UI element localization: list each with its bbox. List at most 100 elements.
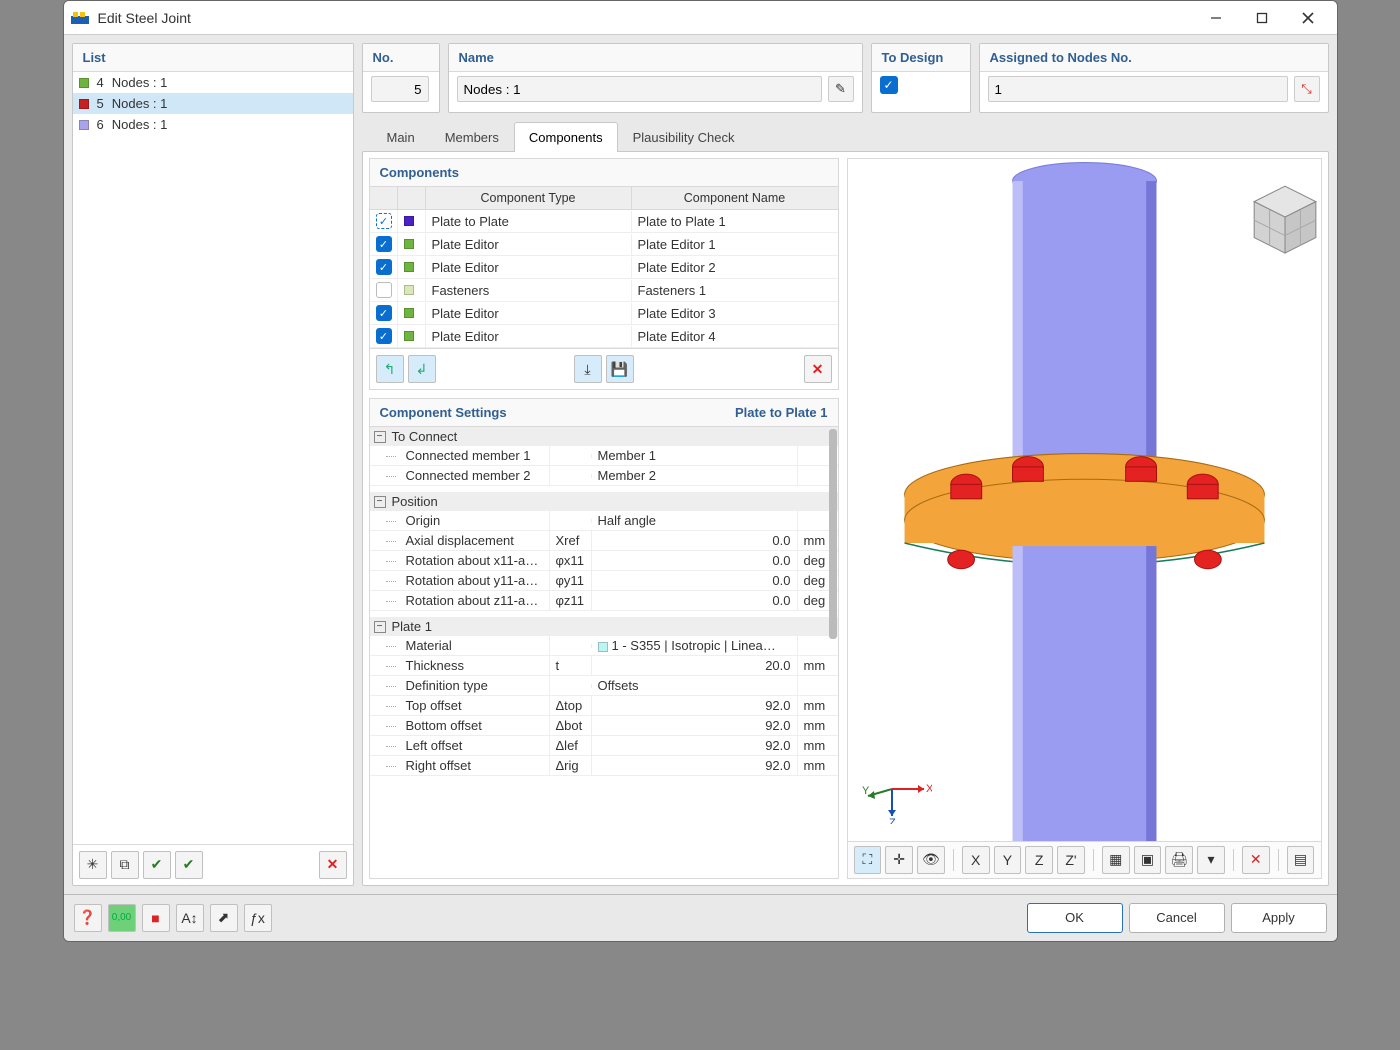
property-row[interactable]: Rotation about y11-a…φy110.0deg — [370, 571, 838, 591]
property-value[interactable]: 0.0 — [592, 591, 798, 610]
row-checkbox[interactable]: ✓ — [376, 305, 392, 321]
list-item[interactable]: 6Nodes : 1 — [73, 114, 353, 135]
collapse-icon[interactable]: − — [374, 621, 386, 633]
list-item[interactable]: 5Nodes : 1 — [73, 93, 353, 114]
copy-icon[interactable]: ⧉ — [111, 851, 139, 879]
property-value[interactable]: 0.0 — [592, 531, 798, 550]
edit-name-button[interactable]: ✎ — [828, 76, 854, 102]
apply-button[interactable]: Apply — [1231, 903, 1327, 933]
property-value[interactable]: 1 - S355 | Isotropic | Linea… — [592, 636, 798, 655]
viewport-3d[interactable]: X Y Z — [848, 159, 1321, 841]
property-value[interactable]: 92.0 — [592, 696, 798, 715]
delete-component-button[interactable]: ✕ — [804, 355, 832, 383]
new-icon[interactable]: ✳ — [79, 851, 107, 879]
move-up-button[interactable]: ↰ — [376, 355, 404, 383]
property-symbol — [550, 519, 592, 523]
row-checkbox[interactable] — [376, 282, 392, 298]
collapse-icon[interactable]: − — [374, 431, 386, 443]
wireframe-icon[interactable]: ▣ — [1134, 846, 1162, 874]
assigned-input[interactable] — [988, 76, 1288, 102]
property-row[interactable]: Connected member 1Member 1 — [370, 446, 838, 466]
table-row[interactable]: ✓Plate EditorPlate Editor 1 — [370, 233, 838, 256]
delete-view-icon[interactable]: ✕ — [1242, 846, 1270, 874]
table-row[interactable]: ✓Plate EditorPlate Editor 2 — [370, 256, 838, 279]
row-checkbox[interactable] — [376, 213, 392, 229]
tab-main[interactable]: Main — [372, 122, 430, 152]
delete-button[interactable]: ✕ — [319, 851, 347, 879]
no-input[interactable] — [371, 76, 429, 102]
settings-tree[interactable]: −To ConnectConnected member 1Member 1Con… — [370, 427, 838, 878]
property-value[interactable]: 92.0 — [592, 716, 798, 735]
table-row[interactable]: FastenersFasteners 1 — [370, 279, 838, 302]
property-value[interactable]: Half angle — [592, 511, 798, 530]
view-x-icon[interactable]: X — [962, 846, 990, 874]
tab-plausibility-check[interactable]: Plausibility Check — [618, 122, 750, 152]
drop-icon[interactable]: ▾ — [1197, 846, 1225, 874]
tree-group-header[interactable]: −To Connect — [370, 427, 838, 446]
minimize-button[interactable] — [1193, 1, 1239, 35]
property-symbol: Δtop — [550, 696, 592, 715]
render-icon[interactable]: ▦ — [1102, 846, 1130, 874]
tab-members[interactable]: Members — [430, 122, 514, 152]
tree-group-header[interactable]: −Position — [370, 492, 838, 511]
list-item[interactable]: 4Nodes : 1 — [73, 72, 353, 93]
property-value[interactable]: 0.0 — [592, 571, 798, 590]
property-row[interactable]: Axial displacementXref0.0mm — [370, 531, 838, 551]
tab-components[interactable]: Components — [514, 122, 618, 152]
help-icon[interactable]: ❓ — [74, 904, 102, 932]
fit-icon[interactable]: ⛶ — [854, 846, 882, 874]
property-value[interactable]: Member 2 — [592, 466, 798, 485]
property-row[interactable]: Top offsetΔtop92.0mm — [370, 696, 838, 716]
property-row[interactable]: Thicknesst20.0mm — [370, 656, 838, 676]
property-value[interactable]: Member 1 — [592, 446, 798, 465]
options-icon[interactable]: ▤ — [1287, 846, 1315, 874]
property-row[interactable]: Rotation about z11-a…φz110.0deg — [370, 591, 838, 611]
row-checkbox[interactable]: ✓ — [376, 236, 392, 252]
property-row[interactable]: Connected member 2Member 2 — [370, 466, 838, 486]
view-z-icon[interactable]: Z — [1025, 846, 1053, 874]
color-icon[interactable]: ■ — [142, 904, 170, 932]
property-value[interactable]: 92.0 — [592, 756, 798, 775]
property-value[interactable]: Offsets — [592, 676, 798, 695]
viewport-panel: X Y Z ⛶✛👁 XYZZ' ▦▣🖨▾ ✕ ▤ — [847, 158, 1322, 879]
property-row[interactable]: Definition typeOffsets — [370, 676, 838, 696]
property-value[interactable]: 92.0 — [592, 736, 798, 755]
settings-header: Component Settings Plate to Plate 1 — [370, 399, 838, 427]
name-input[interactable] — [457, 76, 822, 102]
tree-group-header[interactable]: −Plate 1 — [370, 617, 838, 636]
property-row[interactable]: Left offsetΔlef92.0mm — [370, 736, 838, 756]
text-size-icon[interactable]: A↕ — [176, 904, 204, 932]
print-icon[interactable]: 🖨 — [1165, 846, 1193, 874]
ok-button[interactable]: OK — [1027, 903, 1123, 933]
view-y-icon[interactable]: Y — [994, 846, 1022, 874]
fx-icon[interactable]: ƒx — [244, 904, 272, 932]
export-icon[interactable]: ⬈ — [210, 904, 238, 932]
move-down-button[interactable]: ↲ — [408, 355, 436, 383]
apply-all-icon[interactable]: ✔ — [143, 851, 171, 879]
row-checkbox[interactable]: ✓ — [376, 328, 392, 344]
table-row[interactable]: Plate to PlatePlate to Plate 1 — [370, 210, 838, 233]
cancel-button[interactable]: Cancel — [1129, 903, 1225, 933]
close-button[interactable] — [1285, 1, 1331, 35]
property-row[interactable]: Material1 - S355 | Isotropic | Linea… — [370, 636, 838, 656]
collapse-icon[interactable]: − — [374, 496, 386, 508]
view-icon[interactable]: 👁 — [917, 846, 945, 874]
ucs-icon[interactable]: ✛ — [885, 846, 913, 874]
property-value[interactable]: 0.0 — [592, 551, 798, 570]
save-button[interactable]: 💾 — [606, 355, 634, 383]
pick-nodes-button[interactable]: ⤡ — [1294, 76, 1320, 102]
apply-each-icon[interactable]: ✔ — [175, 851, 203, 879]
property-row[interactable]: Right offsetΔrig92.0mm — [370, 756, 838, 776]
property-row[interactable]: Bottom offsetΔbot92.0mm — [370, 716, 838, 736]
iso-icon[interactable]: Z' — [1057, 846, 1085, 874]
maximize-button[interactable] — [1239, 1, 1285, 35]
property-value[interactable]: 20.0 — [592, 656, 798, 675]
units-icon[interactable]: 0,00 — [108, 904, 136, 932]
row-checkbox[interactable]: ✓ — [376, 259, 392, 275]
table-row[interactable]: ✓Plate EditorPlate Editor 3 — [370, 302, 838, 325]
table-row[interactable]: ✓Plate EditorPlate Editor 4 — [370, 325, 838, 348]
load-button[interactable]: ⤓ — [574, 355, 602, 383]
property-row[interactable]: OriginHalf angle — [370, 511, 838, 531]
to-design-checkbox[interactable]: ✓ — [880, 76, 898, 94]
property-row[interactable]: Rotation about x11-a…φx110.0deg — [370, 551, 838, 571]
